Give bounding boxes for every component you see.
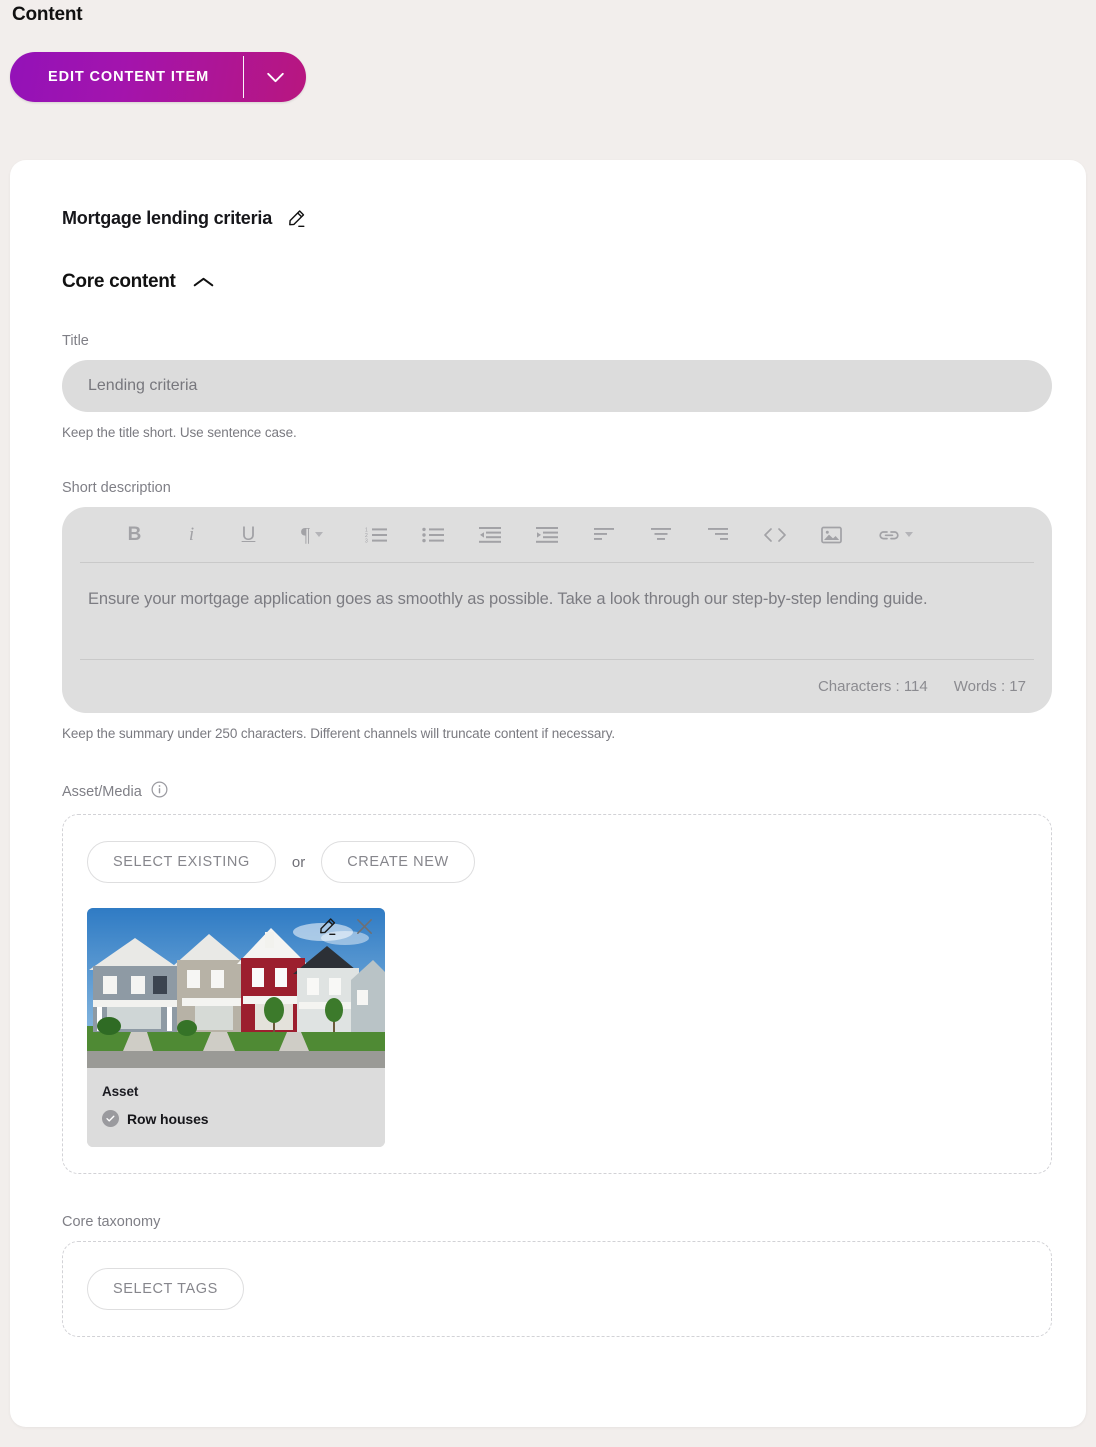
asset-media-label-row: Asset/Media — [62, 781, 1034, 803]
asset-action-icons — [317, 916, 375, 937]
or-label: or — [291, 853, 306, 871]
outdent-icon[interactable] — [461, 515, 518, 555]
align-right-glyph — [707, 527, 728, 540]
asset-name: Row houses — [127, 1110, 209, 1127]
core-content-collapse-button[interactable] — [192, 276, 215, 289]
code-glyph — [763, 527, 786, 542]
underline-icon[interactable]: U — [220, 515, 277, 555]
short-description-text: Ensure your mortgage application goes as… — [88, 590, 928, 608]
content-item-title: Mortgage lending criteria — [62, 208, 273, 228]
align-right-icon[interactable] — [689, 515, 746, 555]
short-description-editor: B i U ¶ 1 2 3 Ensure your mortgage appli… — [62, 507, 1052, 713]
chevron-down-icon — [904, 532, 913, 537]
insert-image-icon[interactable] — [803, 515, 860, 555]
asset-card[interactable]: Asset Row houses — [87, 908, 385, 1147]
select-existing-button[interactable]: SELECT EXISTING — [87, 841, 276, 883]
asset-thumbnail — [87, 908, 385, 1068]
paragraph-glyph: ¶ — [300, 523, 311, 546]
edit-content-item-button[interactable]: EDIT CONTENT ITEM — [10, 52, 243, 102]
chevron-down-icon — [315, 532, 324, 537]
title-field-label: Title — [62, 333, 89, 349]
short-description-helper-text: Keep the summary under 250 characters. D… — [62, 726, 615, 741]
indent-icon[interactable] — [518, 515, 575, 555]
indent-glyph — [535, 526, 558, 543]
core-content-section-header[interactable]: Core content — [62, 271, 1034, 293]
check-circle-icon — [102, 1110, 119, 1127]
bold-glyph: B — [127, 524, 142, 545]
check-glyph — [106, 1115, 115, 1122]
edit-content-item-dropdown-button[interactable] — [244, 52, 306, 102]
select-tags-button[interactable]: SELECT TAGS — [87, 1268, 244, 1310]
core-taxonomy-label: Core taxonomy — [62, 1214, 161, 1230]
ordered-list-icon[interactable]: 1 2 3 — [347, 515, 404, 555]
title-helper-text: Keep the title short. Use sentence case. — [62, 425, 297, 440]
paragraph-format-icon[interactable]: ¶ — [277, 515, 347, 555]
core-content-title: Core content — [62, 271, 176, 292]
title-input[interactable] — [62, 360, 1052, 412]
asset-meta: Asset Row houses — [87, 1068, 385, 1147]
align-left-glyph — [593, 527, 614, 540]
create-new-button[interactable]: CREATE NEW — [321, 841, 475, 883]
close-icon — [357, 919, 372, 934]
split-button-divider — [243, 56, 245, 98]
pencil-icon — [289, 210, 305, 228]
action-bar: EDIT CONTENT ITEM — [0, 52, 1096, 102]
editor-footer: Characters : 114 Words : 17 — [80, 659, 1034, 713]
info-icon-glyph — [151, 781, 168, 798]
insert-image-glyph — [821, 526, 842, 543]
chevron-down-icon — [266, 72, 284, 82]
page-header: Content — [0, 0, 1096, 27]
edit-content-item-split-button[interactable]: EDIT CONTENT ITEM — [10, 52, 307, 102]
align-left-icon[interactable] — [575, 515, 632, 555]
short-description-label: Short description — [62, 480, 171, 496]
insert-link-icon[interactable] — [860, 515, 930, 555]
align-center-icon[interactable] — [632, 515, 689, 555]
ordered-list-glyph: 1 2 3 — [365, 527, 387, 544]
asset-name-row: Row houses — [102, 1110, 370, 1127]
edit-asset-button[interactable] — [317, 916, 338, 937]
core-taxonomy-dropzone: SELECT TAGS — [62, 1241, 1052, 1337]
remove-asset-button[interactable] — [354, 916, 375, 937]
chevron-up-icon — [193, 277, 213, 286]
content-item-card: Mortgage lending criteria Core content T… — [10, 160, 1086, 1427]
asset-media-dropzone: SELECT EXISTING or CREATE NEW Asset Row … — [62, 814, 1052, 1174]
insert-link-glyph — [878, 530, 899, 539]
editor-toolbar: B i U ¶ 1 2 3 — [80, 507, 1034, 563]
character-count: Characters : 114 — [817, 678, 928, 695]
bold-icon[interactable]: B — [106, 515, 163, 555]
item-title-row: Mortgage lending criteria — [62, 208, 1034, 229]
italic-glyph: i — [188, 524, 195, 545]
svg-text:3: 3 — [365, 538, 368, 544]
unordered-list-glyph — [421, 527, 444, 542]
underline-glyph: U — [241, 524, 256, 545]
asset-action-row: SELECT EXISTING or CREATE NEW — [87, 841, 1027, 883]
code-icon[interactable] — [746, 515, 803, 555]
italic-icon[interactable]: i — [163, 515, 220, 555]
info-icon[interactable] — [151, 781, 168, 803]
page-title: Content — [12, 4, 83, 25]
asset-type-label: Asset — [102, 1084, 139, 1099]
unordered-list-icon[interactable] — [404, 515, 461, 555]
asset-media-label: Asset/Media — [62, 784, 142, 800]
pencil-icon — [320, 918, 336, 936]
editor-body[interactable]: Ensure your mortgage application goes as… — [62, 563, 1052, 659]
align-center-glyph — [650, 527, 671, 540]
edit-title-button[interactable] — [286, 208, 307, 229]
word-count: Words : 17 — [953, 678, 1026, 695]
outdent-glyph — [478, 526, 501, 543]
